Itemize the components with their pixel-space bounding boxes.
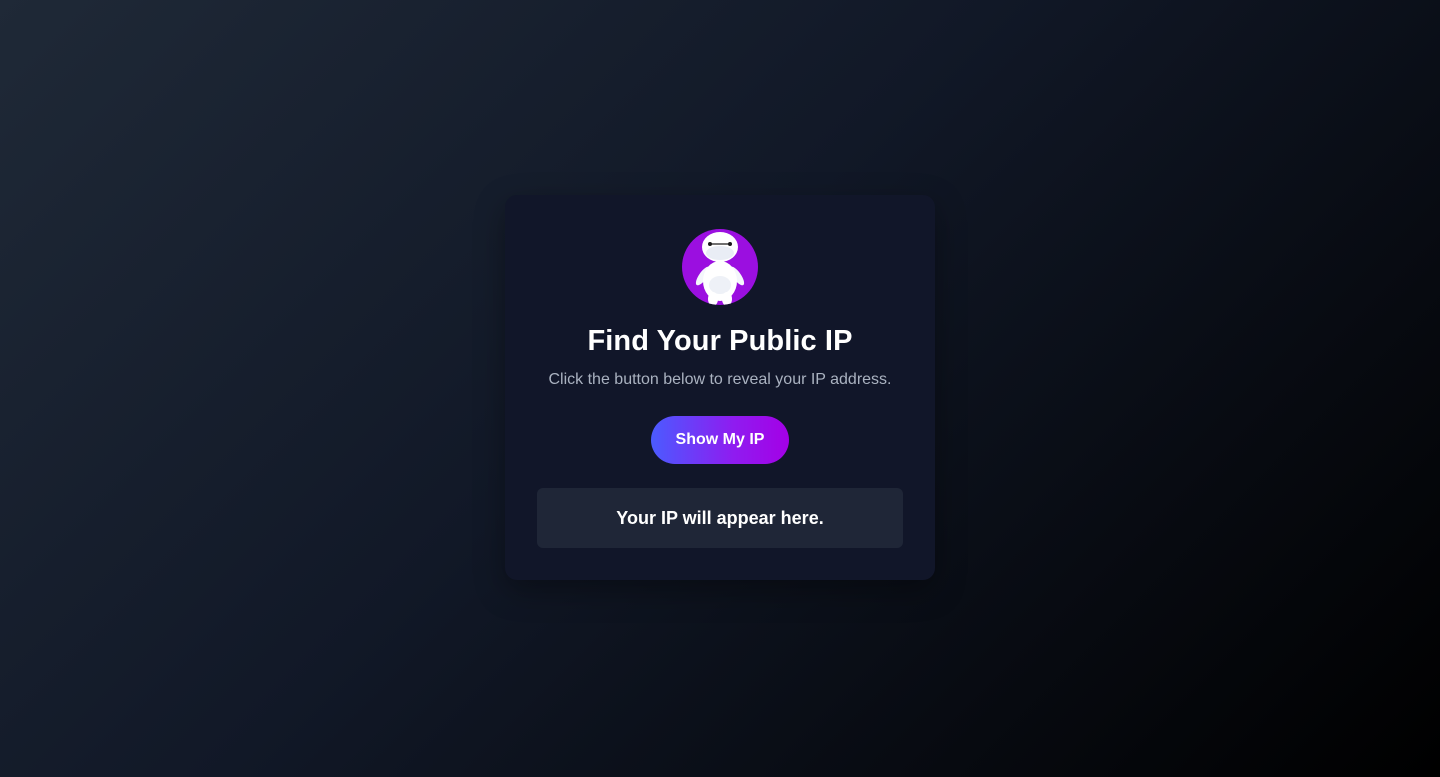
avatar xyxy=(682,229,758,305)
ip-result-box: Your IP will appear here. xyxy=(537,488,903,548)
ip-card: Find Your Public IP Click the button bel… xyxy=(505,195,935,580)
page-title: Find Your Public IP xyxy=(587,325,853,357)
show-my-ip-button[interactable]: Show My IP xyxy=(651,416,789,464)
page-subtitle: Click the button below to reveal your IP… xyxy=(548,371,892,388)
robot-mascot-icon xyxy=(682,229,758,305)
ip-result-text: Your IP will appear here. xyxy=(616,507,824,528)
